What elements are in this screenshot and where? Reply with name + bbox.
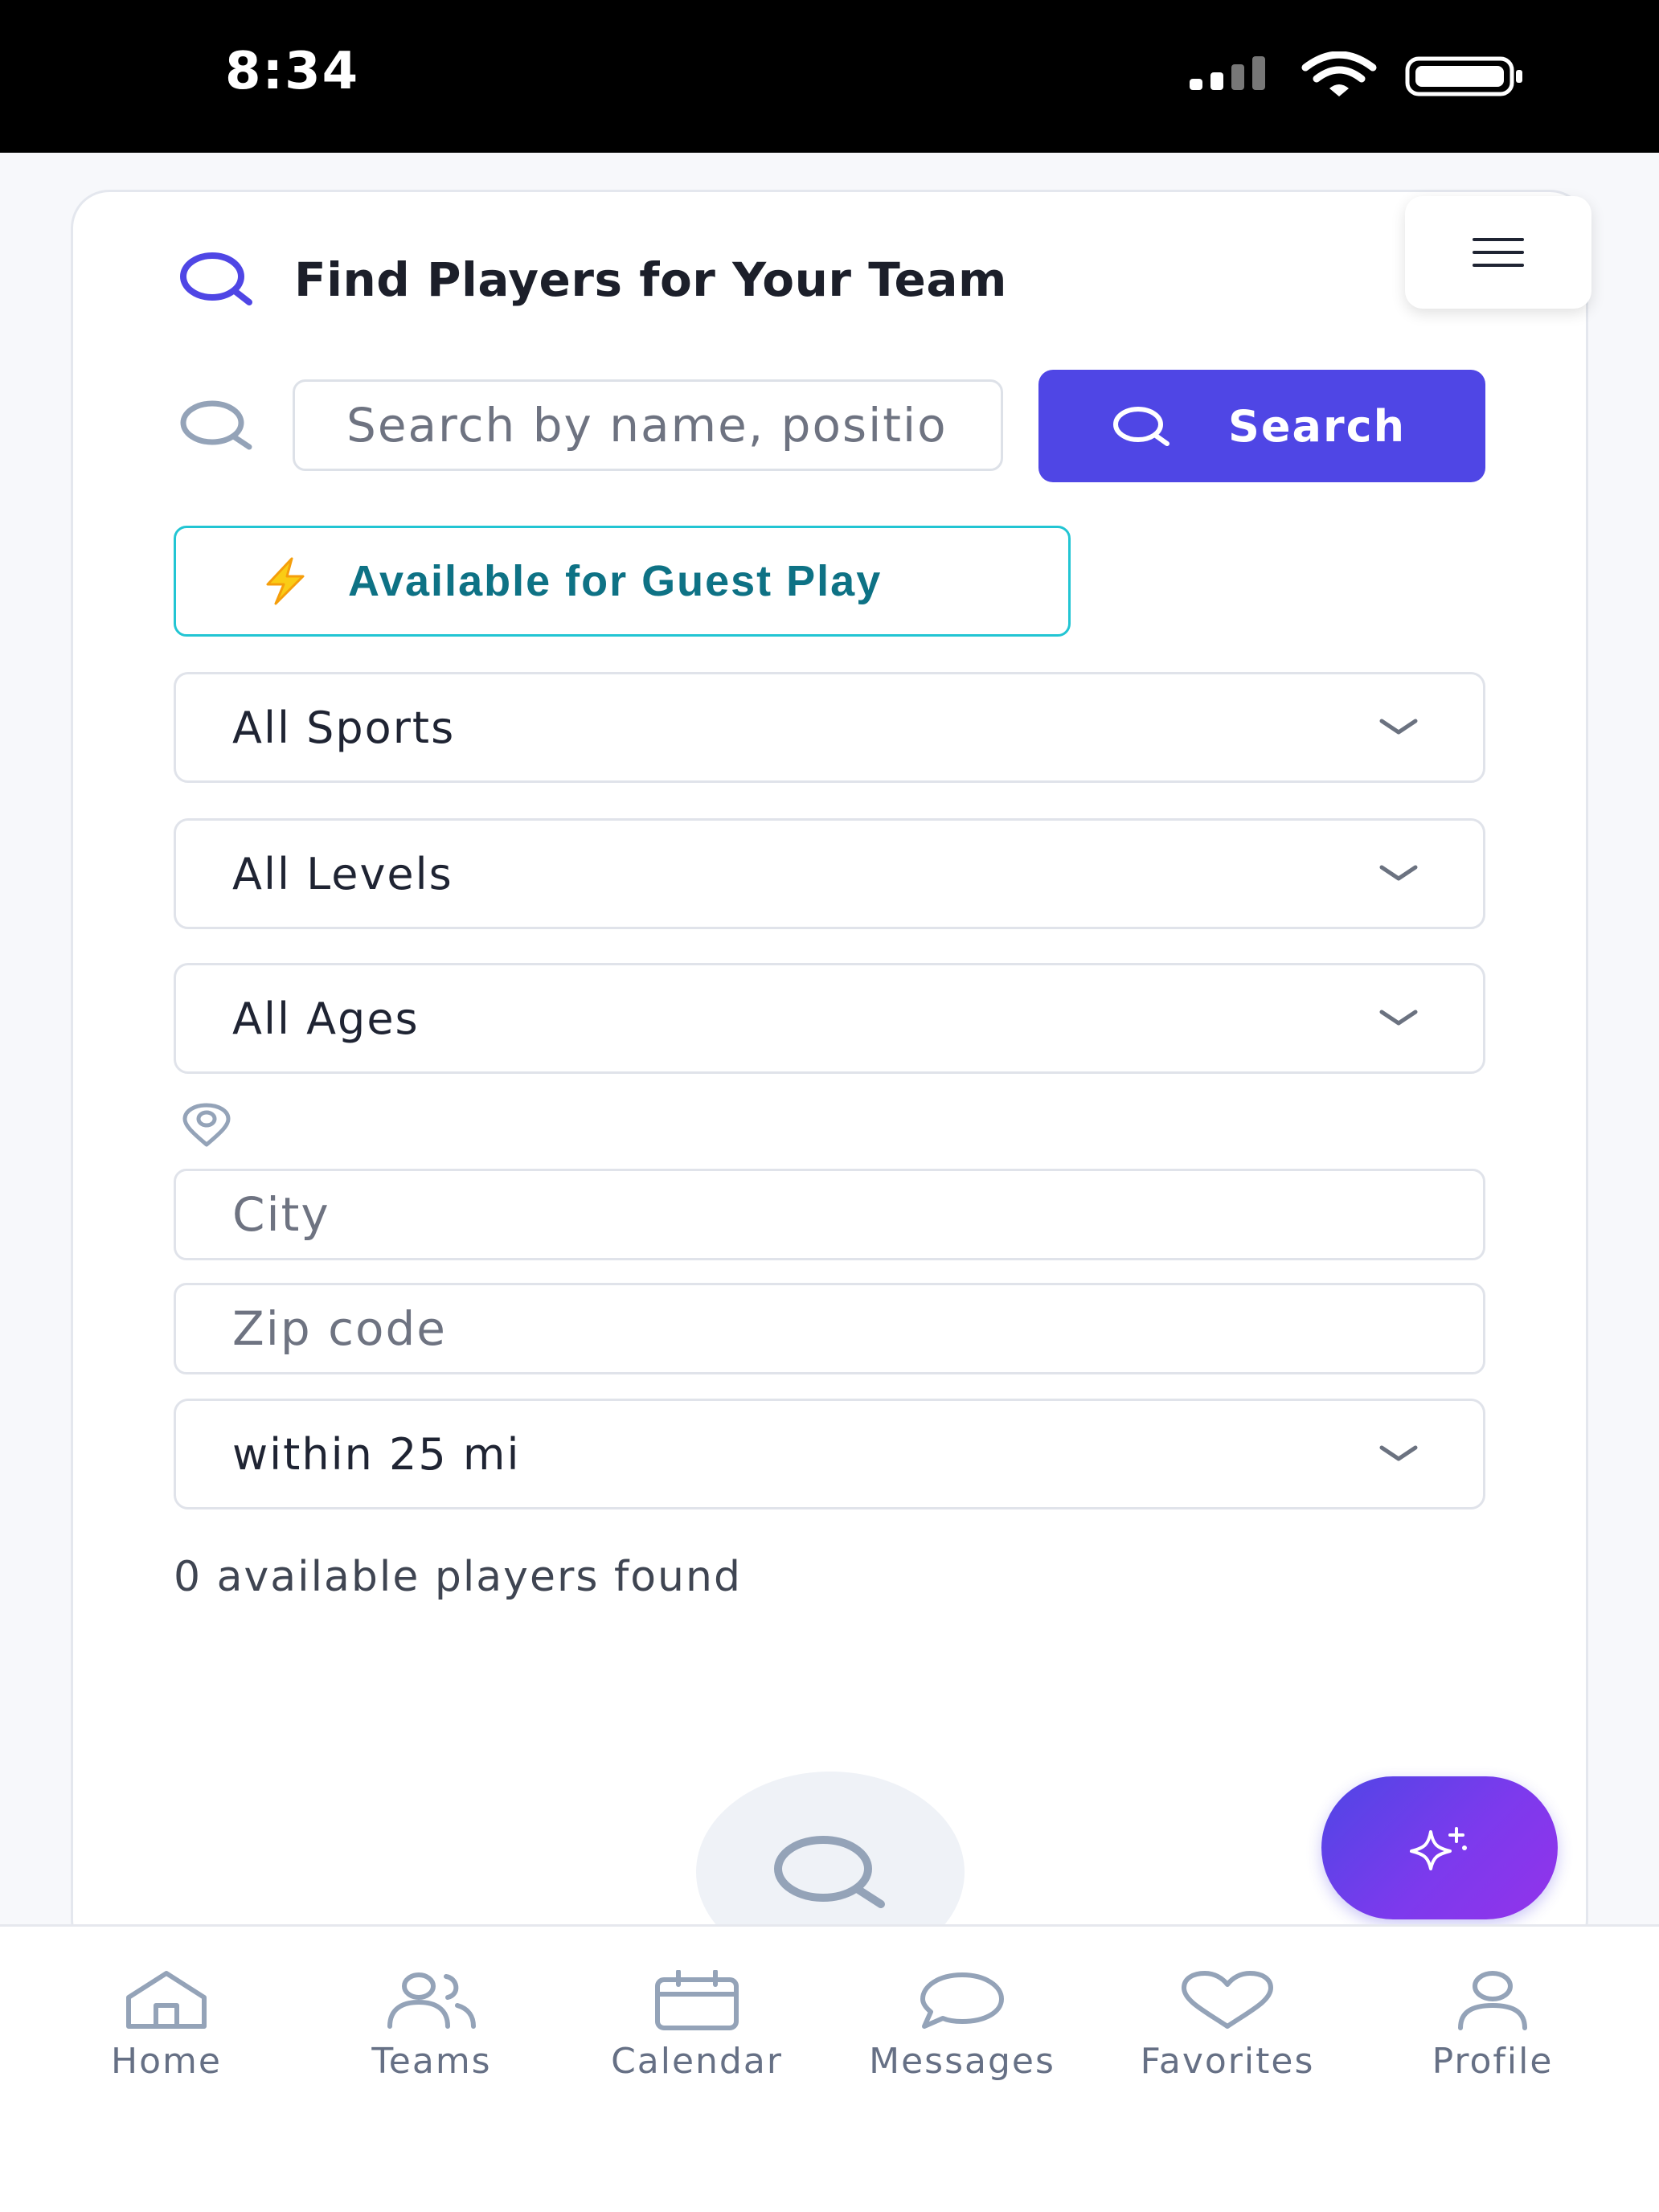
hamburger-icon (1473, 238, 1524, 267)
search-icon (180, 252, 252, 305)
nav-calendar-label: Calendar (611, 2041, 783, 2082)
city-input[interactable] (174, 1169, 1485, 1260)
bottom-navigation: Home Teams Calendar Messages Favorites P… (0, 1924, 1659, 2212)
chevron-down-icon (1379, 1010, 1418, 1026)
nav-teams[interactable]: Teams (299, 1970, 564, 2115)
sparkles-icon (1410, 1827, 1467, 1870)
nav-calendar[interactable]: Calendar (564, 1970, 830, 2115)
age-select[interactable]: All Ages (174, 963, 1485, 1074)
message-icon (920, 1972, 1004, 2029)
nav-home-label: Home (111, 2041, 222, 2082)
menu-button[interactable] (1405, 196, 1591, 309)
chevron-down-icon (1379, 1445, 1418, 1461)
search-icon (774, 1836, 885, 1908)
user-icon (1458, 1971, 1527, 2030)
search-button-label: Search (1228, 400, 1407, 452)
guest-play-label: Available for Guest Play (348, 557, 883, 605)
search-button[interactable]: Search (1038, 370, 1485, 482)
page-title: Find Players for Your Team (294, 252, 1007, 307)
home-icon (126, 1971, 207, 2029)
wifi-icon (1301, 51, 1377, 96)
nav-teams-label: Teams (371, 2041, 492, 2082)
location-pin-icon (182, 1103, 231, 1147)
lightning-icon (266, 557, 305, 605)
radius-select-value: within 25 mi (232, 1428, 521, 1480)
status-bar: 8:34 (0, 0, 1659, 153)
radius-select[interactable]: within 25 mi (174, 1399, 1485, 1509)
users-icon (387, 1972, 476, 2029)
nav-messages-label: Messages (869, 2041, 1055, 2082)
nav-profile[interactable]: Profile (1360, 1970, 1625, 2115)
nav-favorites[interactable]: Favorites (1095, 1970, 1360, 2115)
status-time: 8:34 (225, 42, 360, 101)
battery-icon (1405, 56, 1522, 96)
nav-profile-label: Profile (1432, 2041, 1554, 2082)
nav-home[interactable]: Home (34, 1970, 299, 2115)
level-select-value: All Levels (232, 848, 453, 899)
chevron-down-icon (1379, 865, 1418, 881)
ai-assistant-button[interactable] (1321, 1776, 1558, 1919)
calendar-icon (655, 1970, 739, 2030)
level-select[interactable]: All Levels (174, 818, 1485, 929)
results-count: 0 available players found (174, 1553, 742, 1601)
guest-play-toggle[interactable]: Available for Guest Play (174, 526, 1071, 637)
search-icon (1113, 407, 1169, 446)
heart-icon (1182, 1971, 1273, 2029)
search-input[interactable] (293, 379, 1003, 471)
sport-select-value: All Sports (232, 702, 456, 753)
chevron-down-icon (1379, 719, 1418, 735)
signal-icon (1190, 56, 1265, 90)
age-select-value: All Ages (232, 993, 420, 1044)
sport-select[interactable]: All Sports (174, 672, 1485, 783)
search-icon (180, 400, 252, 450)
nav-favorites-label: Favorites (1140, 2041, 1315, 2082)
nav-messages[interactable]: Messages (830, 1970, 1095, 2115)
zip-code-input[interactable] (174, 1283, 1485, 1374)
